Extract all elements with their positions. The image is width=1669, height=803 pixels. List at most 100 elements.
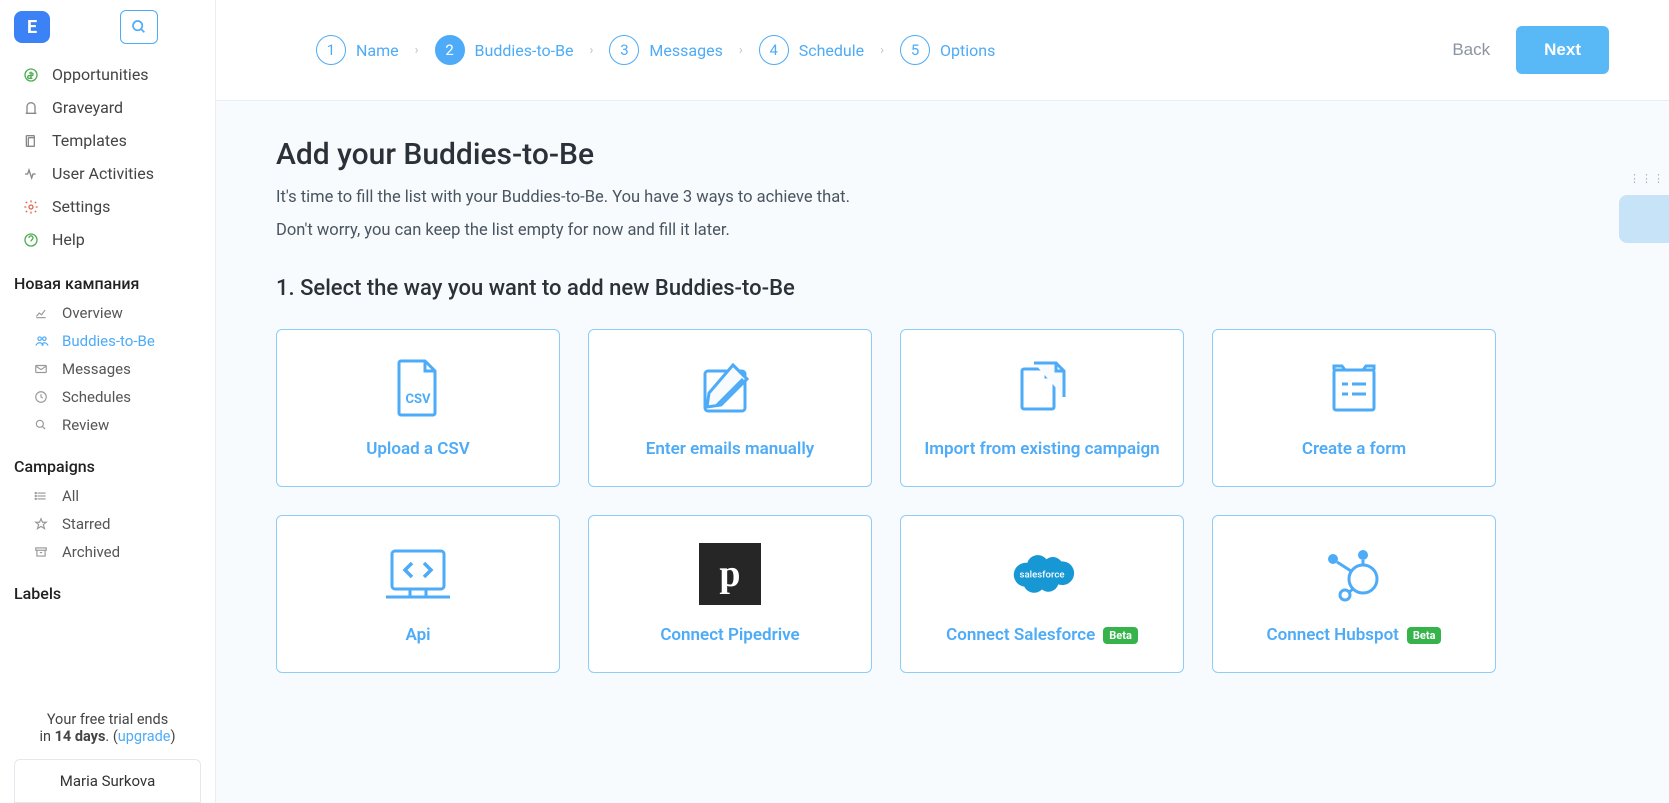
step-label: Buddies-to-Be bbox=[475, 41, 574, 60]
nav-label: Archived bbox=[62, 543, 120, 561]
card-api[interactable]: Api bbox=[276, 515, 560, 673]
campaigns-section-title: Campaigns bbox=[0, 439, 215, 482]
back-button[interactable]: Back bbox=[1452, 40, 1490, 60]
people-icon bbox=[34, 334, 50, 348]
step-num: 5 bbox=[900, 35, 930, 65]
campaign-nav-buddies[interactable]: Buddies-to-Be bbox=[0, 327, 215, 355]
nav-label: Review bbox=[62, 416, 109, 434]
list-icon bbox=[34, 489, 50, 503]
step-num: 3 bbox=[609, 35, 639, 65]
card-label: Api bbox=[405, 625, 430, 645]
hubspot-icon bbox=[1323, 543, 1385, 605]
main-nav: Opportunities Graveyard Templates User A… bbox=[0, 58, 215, 256]
nav-label: Opportunities bbox=[52, 65, 149, 84]
page-title: Add your Buddies-to-Be bbox=[276, 137, 1609, 172]
step-name[interactable]: 1 Name bbox=[316, 35, 399, 65]
nav-label: Help bbox=[52, 230, 85, 249]
mail-icon bbox=[34, 362, 50, 376]
nav-label: Overview bbox=[62, 304, 123, 322]
nav-settings[interactable]: Settings bbox=[0, 190, 215, 223]
beta-badge: Beta bbox=[1407, 627, 1442, 644]
campaign-nav-review[interactable]: Review bbox=[0, 411, 215, 439]
sidebar: E Opportunities Graveyard Templates User… bbox=[0, 0, 216, 803]
activity-icon bbox=[22, 166, 40, 182]
side-tab[interactable] bbox=[1619, 195, 1669, 243]
nav-label: Graveyard bbox=[52, 98, 123, 117]
card-create-form[interactable]: Create a form bbox=[1212, 329, 1496, 487]
content: Add your Buddies-to-Be It's time to fill… bbox=[216, 101, 1669, 733]
labels-section-title: Labels bbox=[0, 566, 215, 609]
templates-icon bbox=[22, 133, 40, 149]
nav-label: Settings bbox=[52, 197, 110, 216]
step-options[interactable]: 5Options bbox=[900, 35, 995, 65]
form-icon bbox=[1326, 357, 1382, 419]
nav-opportunities[interactable]: Opportunities bbox=[0, 58, 215, 91]
card-enter-manually[interactable]: Enter emails manually bbox=[588, 329, 872, 487]
options-grid: CSV Upload a CSV Enter emails manually I… bbox=[276, 329, 1496, 673]
api-icon bbox=[382, 543, 454, 605]
grave-icon bbox=[22, 100, 40, 116]
step-num: 4 bbox=[759, 35, 789, 65]
stepper: 1 Name › 2 Buddies-to-Be › 3Messages › 4 Sc… bbox=[316, 35, 1452, 65]
step-buddies[interactable]: 2 Buddies-to-Be bbox=[435, 35, 574, 65]
csv-file-icon: CSV bbox=[393, 357, 443, 419]
chevron-right-icon: › bbox=[880, 43, 884, 58]
campaign-nav-messages[interactable]: Messages bbox=[0, 355, 215, 383]
nav-label: Buddies-to-Be bbox=[62, 332, 155, 350]
card-label: Upload a CSV bbox=[366, 439, 470, 459]
next-button[interactable]: Next bbox=[1516, 26, 1609, 74]
card-label: Create a form bbox=[1302, 439, 1406, 459]
clock-icon bbox=[34, 390, 50, 404]
card-label: Connect Pipedrive bbox=[660, 625, 799, 645]
nav-help[interactable]: Help bbox=[0, 223, 215, 256]
campaigns-nav-starred[interactable]: Starred bbox=[0, 510, 215, 538]
card-salesforce[interactable]: salesforce Connect SalesforceBeta bbox=[900, 515, 1184, 673]
step-num: 1 bbox=[316, 35, 346, 65]
card-label: Connect HubspotBeta bbox=[1267, 625, 1442, 645]
campaign-nav: Overview Buddies-to-Be Messages Schedule… bbox=[0, 299, 215, 439]
nav-user-activities[interactable]: User Activities bbox=[0, 157, 215, 190]
user-menu[interactable]: Maria Surkova bbox=[14, 759, 201, 803]
step-label: Schedule bbox=[799, 41, 864, 60]
nav-label: Messages bbox=[62, 360, 131, 378]
copy-icon bbox=[1012, 357, 1072, 419]
edit-icon bbox=[695, 357, 765, 419]
campaigns-nav-archived[interactable]: Archived bbox=[0, 538, 215, 566]
drag-handle-icon: ⋮⋮⋮ bbox=[1629, 172, 1665, 185]
star-icon bbox=[34, 517, 50, 531]
card-import-campaign[interactable]: Import from existing campaign bbox=[900, 329, 1184, 487]
campaign-nav-schedules[interactable]: Schedules bbox=[0, 383, 215, 411]
help-icon bbox=[22, 232, 40, 248]
nav-graveyard[interactable]: Graveyard bbox=[0, 91, 215, 124]
trial-notice: Your free trial ends in 14 days. (upgrad… bbox=[0, 699, 215, 745]
svg-text:CSV: CSV bbox=[405, 392, 431, 407]
chart-icon bbox=[34, 306, 50, 320]
search-icon bbox=[131, 19, 147, 35]
campaign-nav-overview[interactable]: Overview bbox=[0, 299, 215, 327]
campaigns-nav-all[interactable]: All bbox=[0, 482, 215, 510]
settings-icon bbox=[22, 199, 40, 215]
chevron-right-icon: › bbox=[739, 43, 743, 58]
section-title: 1. Select the way you want to add new Bu… bbox=[276, 276, 1609, 301]
card-label: Import from existing campaign bbox=[924, 439, 1159, 459]
step-label: Name bbox=[356, 41, 399, 60]
step-num: 2 bbox=[435, 35, 465, 65]
card-pipedrive[interactable]: p Connect Pipedrive bbox=[588, 515, 872, 673]
nav-label: Templates bbox=[52, 131, 127, 150]
logo[interactable]: E bbox=[14, 11, 50, 43]
nav-label: Starred bbox=[62, 515, 110, 533]
card-upload-csv[interactable]: CSV Upload a CSV bbox=[276, 329, 560, 487]
nav-label: All bbox=[62, 487, 79, 505]
search-button[interactable] bbox=[120, 10, 158, 44]
chevron-right-icon: › bbox=[415, 43, 419, 58]
dollar-icon bbox=[22, 67, 40, 83]
topbar: 1 Name › 2 Buddies-to-Be › 3Messages › 4 Sc… bbox=[216, 0, 1669, 101]
step-messages[interactable]: 3Messages bbox=[609, 35, 722, 65]
card-hubspot[interactable]: Connect HubspotBeta bbox=[1212, 515, 1496, 673]
campaign-section-title: Новая кампания bbox=[0, 256, 215, 299]
step-schedule[interactable]: 4 Schedule bbox=[759, 35, 864, 65]
beta-badge: Beta bbox=[1103, 627, 1138, 644]
nav-templates[interactable]: Templates bbox=[0, 124, 215, 157]
page-description-1: It's time to fill the list with your Bud… bbox=[276, 188, 1609, 207]
upgrade-link[interactable]: upgrade bbox=[118, 728, 171, 745]
